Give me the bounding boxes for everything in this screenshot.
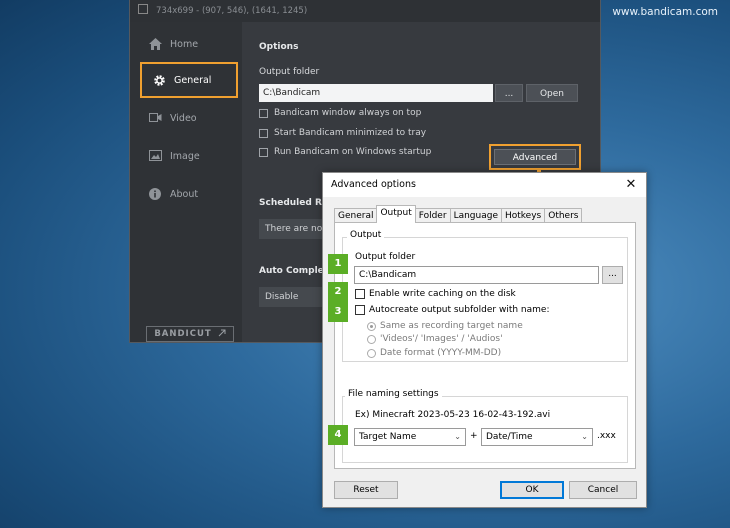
autocreate-subfolder-label: Autocreate output subfolder with name: — [369, 305, 550, 315]
reset-button[interactable]: Reset — [334, 481, 398, 499]
chevron-down-icon: ⌄ — [454, 432, 461, 441]
name-select[interactable]: Target Name ⌄ — [354, 428, 466, 446]
tab-output[interactable]: Output — [376, 205, 416, 223]
nav-about[interactable]: About — [138, 178, 238, 210]
home-icon — [148, 37, 162, 51]
output-group-title: Output — [347, 230, 385, 240]
watermark: www.bandicam.com — [612, 6, 718, 18]
output-tab-panel: Output Output folder C:\Bandicam ... Ena… — [334, 222, 636, 469]
nav-about-label: About — [170, 188, 199, 200]
info-icon — [148, 187, 162, 201]
tab-others[interactable]: Others — [544, 208, 583, 223]
radio-dot — [367, 348, 376, 358]
checkbox-box — [259, 128, 268, 138]
file-name-example: Ex) Minecraft 2023-05-23 16-02-43-192.av… — [355, 410, 551, 420]
bandicut-label: BANDICUT — [154, 329, 212, 339]
checkbox-box — [355, 289, 365, 299]
nav-general-label: General — [174, 74, 212, 86]
run-on-startup-label: Run Bandicam on Windows startup — [274, 147, 432, 157]
output-folder-label: Output folder — [259, 67, 320, 77]
bandicam-title: 734x699 - (907, 546), (1641, 1245) — [156, 6, 308, 16]
window-square-icon — [138, 4, 148, 14]
dialog-title: Advanced options — [331, 179, 416, 190]
open-button[interactable]: Open — [526, 84, 578, 102]
start-minimized-label: Start Bandicam minimized to tray — [274, 128, 427, 138]
file-extension: .xxx — [597, 431, 616, 441]
write-caching-checkbox[interactable]: Enable write caching on the disk — [355, 289, 516, 299]
radio-date-format-label: Date format (YYYY-MM-DD) — [380, 348, 502, 358]
tab-strip: General Output Folder Language Hotkeys O… — [334, 205, 583, 223]
date-select[interactable]: Date/Time ⌄ — [481, 428, 593, 446]
chevron-down-icon: ⌄ — [581, 432, 588, 441]
ok-button[interactable]: OK — [500, 481, 564, 499]
nav-home[interactable]: Home — [138, 28, 238, 60]
nav-video-label: Video — [170, 112, 197, 124]
write-caching-label: Enable write caching on the disk — [369, 289, 516, 299]
date-select-value: Date/Time — [486, 432, 533, 442]
output-folder-label: Output folder — [355, 252, 416, 262]
output-folder-input[interactable]: C:\Bandicam — [354, 266, 599, 284]
image-icon — [148, 149, 162, 163]
advanced-highlight: Advanced — [489, 144, 581, 170]
bandicut-button[interactable]: BANDICUT — [146, 326, 234, 342]
checkbox-box — [259, 147, 268, 157]
autocreate-subfolder-checkbox[interactable]: Autocreate output subfolder with name: — [355, 305, 549, 315]
nav-video[interactable]: Video — [138, 102, 238, 134]
tab-general[interactable]: General — [334, 208, 378, 223]
video-icon — [148, 111, 162, 125]
external-link-icon — [218, 329, 226, 340]
callout-badge-2: 2 — [328, 282, 348, 302]
tab-language[interactable]: Language — [449, 208, 502, 223]
radio-dot — [367, 334, 376, 344]
nav-general[interactable]: General — [140, 62, 238, 98]
gear-icon — [152, 73, 166, 87]
browse-folder-button[interactable]: ... — [602, 266, 623, 284]
nav-image-label: Image — [170, 150, 200, 162]
bandicam-sidebar: Home General Video Image About BANDICUT — [130, 22, 242, 342]
bandicam-title-bar: 734x699 - (907, 546), (1641, 1245) — [130, 0, 600, 22]
cancel-button[interactable]: Cancel — [569, 481, 637, 499]
callout-badge-1: 1 — [328, 254, 348, 274]
advanced-options-dialog: Advanced options ✕ General Output Folder… — [322, 172, 647, 508]
radio-same-as-target-label: Same as recording target name — [380, 321, 523, 331]
output-folder-input[interactable]: C:\Bandicam — [259, 84, 493, 102]
radio-date-format[interactable]: Date format (YYYY-MM-DD) — [367, 348, 501, 358]
run-on-startup-checkbox[interactable]: Run Bandicam on Windows startup — [259, 147, 431, 157]
radio-dot — [367, 321, 376, 331]
dialog-title-bar: Advanced options — [323, 173, 646, 197]
radio-media-type-label: 'Videos'/ 'Images' / 'Audios' — [380, 334, 503, 344]
browse-button[interactable]: ... — [495, 84, 523, 102]
plus-sign: + — [470, 431, 478, 441]
radio-media-type[interactable]: 'Videos'/ 'Images' / 'Audios' — [367, 334, 503, 344]
tab-hotkeys[interactable]: Hotkeys — [500, 208, 546, 223]
nav-home-label: Home — [170, 38, 199, 50]
always-on-top-checkbox[interactable]: Bandicam window always on top — [259, 108, 421, 118]
checkbox-box — [355, 305, 365, 315]
advanced-button[interactable]: Advanced — [494, 149, 576, 165]
close-icon[interactable]: ✕ — [620, 173, 642, 197]
file-naming-title: File naming settings — [345, 389, 442, 399]
radio-same-as-target[interactable]: Same as recording target name — [367, 321, 523, 331]
name-select-value: Target Name — [359, 432, 417, 442]
nav-image[interactable]: Image — [138, 140, 238, 172]
callout-badge-3: 3 — [328, 302, 348, 322]
start-minimized-checkbox[interactable]: Start Bandicam minimized to tray — [259, 128, 426, 138]
tab-folder[interactable]: Folder — [414, 208, 451, 223]
checkbox-box — [259, 108, 268, 118]
callout-badge-4: 4 — [328, 425, 348, 445]
options-heading: Options — [259, 42, 299, 52]
always-on-top-label: Bandicam window always on top — [274, 108, 422, 118]
